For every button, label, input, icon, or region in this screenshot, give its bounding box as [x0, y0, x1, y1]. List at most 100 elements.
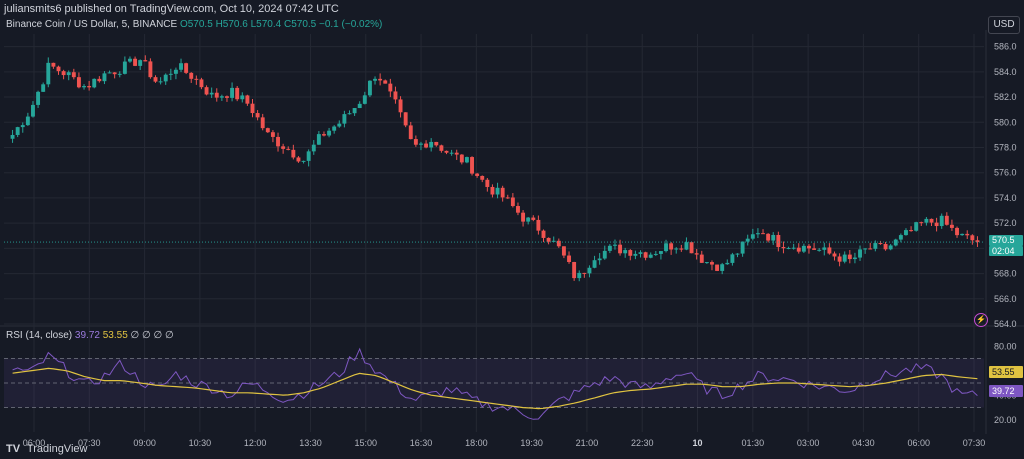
chart-canvas[interactable]: 586.0 584.0 582.0 580.0 578.0 576.0 574.0 572.0…	[0, 0, 1024, 459]
candle-body	[342, 114, 347, 124]
candle-body	[761, 233, 765, 235]
time-tick-label: 07:30	[963, 438, 986, 448]
candle-body	[168, 73, 173, 75]
symbol-legend: Binance Coin / US Dollar, 5, BINANCE O57…	[6, 19, 382, 30]
candle-body	[459, 154, 464, 163]
candle-body	[955, 227, 959, 236]
candle-body	[842, 254, 847, 262]
candle-body	[536, 219, 541, 231]
candle-body	[638, 252, 643, 254]
candle-body	[204, 87, 209, 95]
candle-body	[373, 78, 377, 81]
last-price-tag: 570.5	[989, 235, 1023, 246]
candle-body	[567, 255, 571, 262]
candle-body	[776, 234, 781, 248]
candle-body	[710, 262, 714, 265]
candle-body	[66, 72, 71, 76]
candle-body	[587, 267, 592, 274]
rsi-extras: ∅ ∅ ∅ ∅	[130, 330, 174, 341]
candle-body	[674, 248, 679, 250]
candle-body	[429, 141, 434, 148]
candle-body	[332, 126, 337, 131]
candle-body	[122, 61, 127, 74]
candle-body	[36, 91, 41, 105]
candle-body	[163, 74, 168, 82]
candle-body	[684, 242, 689, 250]
candle-body	[378, 78, 383, 81]
currency-button[interactable]: USD	[988, 16, 1020, 34]
price-tick-label: 578.0	[994, 142, 1017, 152]
candle-body	[618, 244, 623, 254]
candle-body	[225, 96, 229, 98]
candle-body	[128, 58, 132, 62]
candle-body	[82, 86, 86, 88]
candle-body	[807, 245, 811, 249]
candle-body	[965, 233, 970, 236]
candle-body	[10, 134, 15, 139]
rsi-value: 39.72	[74, 330, 100, 341]
candle-body	[495, 187, 500, 195]
candle-body	[735, 253, 740, 255]
price-tick-label: 580.0	[994, 117, 1017, 127]
candle-body	[97, 78, 102, 82]
candle-body	[322, 134, 326, 136]
candle-body	[250, 103, 255, 114]
candle-body	[184, 63, 189, 73]
candle-body	[801, 245, 806, 252]
candle-body	[852, 257, 857, 260]
candle-body	[490, 186, 495, 195]
time-tick-label: 16:30	[410, 438, 433, 448]
candle-body	[827, 247, 832, 254]
candle-body	[970, 235, 975, 241]
candle-body	[194, 78, 199, 80]
candle-body	[898, 235, 903, 240]
candle-body	[505, 197, 510, 199]
price-tick-label: 584.0	[994, 67, 1017, 77]
candle-body	[71, 72, 76, 78]
candle-body	[367, 80, 372, 96]
candle-body	[444, 150, 449, 153]
footer-brand: TV TradingView	[6, 443, 87, 455]
price-tick-label: 564.0	[994, 319, 1017, 329]
candle-body	[419, 143, 423, 145]
candle-body	[41, 84, 46, 92]
candle-body	[357, 103, 362, 109]
candle-body	[173, 69, 178, 74]
candle-body	[893, 239, 898, 246]
candle-body	[327, 130, 332, 136]
candle-body	[408, 125, 413, 140]
candle-body	[607, 245, 612, 251]
candle-body	[582, 272, 587, 274]
candle-body	[909, 230, 914, 232]
candle-body	[699, 254, 704, 263]
price-tick-label: 586.0	[994, 42, 1017, 52]
candle-body	[199, 79, 204, 88]
candle-body	[949, 224, 954, 228]
candle-body	[148, 61, 153, 78]
candle-body	[929, 218, 934, 223]
candle-body	[209, 92, 214, 95]
candle-body	[740, 241, 745, 254]
candle-body	[960, 233, 965, 236]
candle-body	[413, 139, 418, 145]
candle-body	[613, 244, 617, 246]
candle-body	[531, 217, 536, 220]
candle-body	[464, 157, 469, 163]
candle-body	[214, 92, 219, 98]
candle-body	[383, 80, 388, 84]
time-tick-label: 10	[693, 438, 703, 448]
candle-body	[847, 254, 852, 260]
candle-body	[158, 81, 163, 83]
candle-body	[653, 253, 658, 255]
lightning-icon[interactable]: ⚡	[974, 313, 988, 327]
candle-body	[31, 104, 35, 117]
candle-body	[347, 113, 352, 115]
candle-body	[102, 73, 107, 82]
bar-countdown-tag: 02:04	[989, 246, 1023, 256]
candle-body	[628, 250, 633, 256]
candle-body	[781, 247, 786, 249]
candle-body	[153, 77, 158, 82]
price-tick-label: 576.0	[994, 168, 1017, 178]
candle-body	[868, 248, 873, 250]
candle-body	[424, 143, 429, 148]
